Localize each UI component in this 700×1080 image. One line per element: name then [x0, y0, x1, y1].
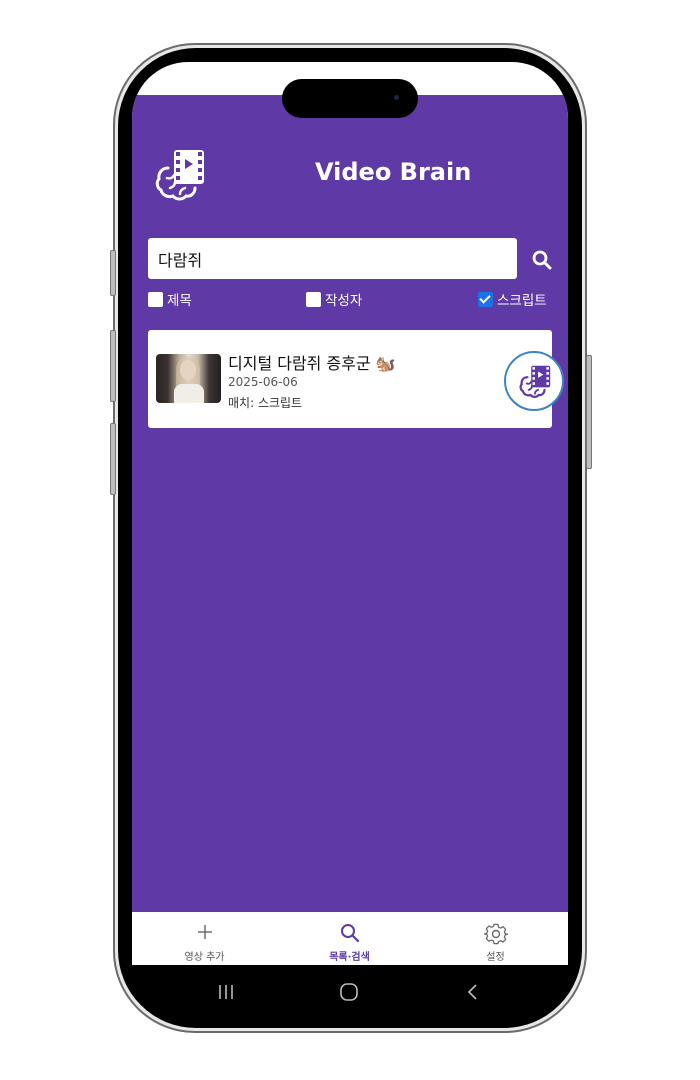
script-checkbox[interactable] [478, 291, 493, 307]
filter-title[interactable]: 제목 [148, 289, 192, 309]
filter-script-label: 스크립트 [497, 293, 547, 309]
video-date: 2025-06-06 [228, 375, 298, 389]
search-icon[interactable] [530, 248, 554, 272]
app-background [132, 95, 568, 912]
power-button [586, 355, 592, 469]
nav-settings-label: 설정 [486, 952, 505, 963]
action-button [110, 250, 116, 296]
floating-brain-button[interactable] [504, 351, 564, 411]
gear-icon [483, 923, 508, 945]
recent-apps-icon[interactable] [218, 982, 234, 1002]
nav-list-search[interactable]: 목록·검색 [277, 912, 422, 965]
author-checkbox[interactable] [306, 291, 321, 307]
search-icon [340, 924, 359, 943]
filter-title-label: 제목 [167, 293, 192, 309]
phone-screen: Video Brain 제목 작성자 스크립트 디지털 다람쥐 증후군 🐿️ 2… [132, 62, 568, 965]
nav-add-video-label: 영상 추가 [184, 952, 225, 963]
search-input[interactable] [148, 238, 517, 279]
camera-dot [394, 95, 399, 100]
plus-icon [197, 925, 212, 939]
title-checkbox[interactable] [148, 291, 163, 307]
video-title: 디지털 다람쥐 증후군 🐿️ [228, 354, 396, 373]
nav-list-search-label: 목록·검색 [329, 952, 370, 963]
home-icon[interactable] [339, 982, 359, 1002]
nav-add-video[interactable]: 영상 추가 [132, 912, 277, 965]
volume-up-button [110, 330, 116, 402]
nav-settings[interactable]: 설정 [423, 912, 568, 965]
brain-video-logo-icon [155, 150, 204, 201]
video-thumbnail [156, 354, 221, 403]
back-icon[interactable] [466, 982, 480, 1002]
filter-author[interactable]: 작성자 [306, 289, 362, 309]
volume-down-button [110, 423, 116, 495]
app-title: Video Brain [315, 158, 472, 186]
bottom-nav: 영상 추가 목록·검색 설정 [132, 912, 568, 965]
filter-author-label: 작성자 [325, 293, 363, 309]
dynamic-island [282, 79, 418, 118]
filter-script[interactable]: 스크립트 [478, 289, 547, 309]
system-nav-bar [132, 965, 568, 1020]
brain-video-icon [519, 365, 551, 398]
match-type: 매치: 스크립트 [228, 396, 303, 410]
result-card[interactable]: 디지털 다람쥐 증후군 🐿️ 2025-06-06 매치: 스크립트 [148, 330, 552, 428]
